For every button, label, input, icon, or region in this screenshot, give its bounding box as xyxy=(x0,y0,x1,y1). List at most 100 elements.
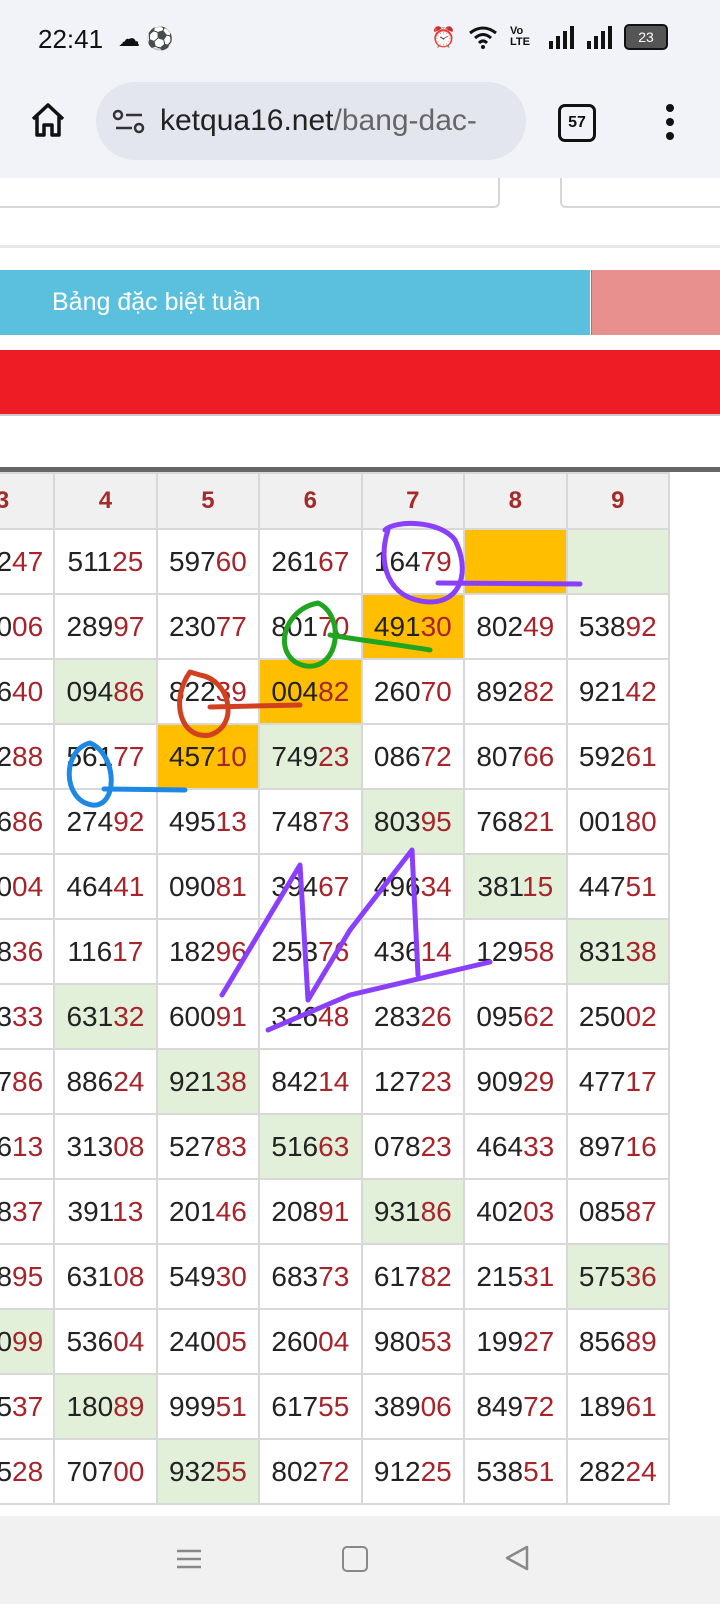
table-cell: 38906 xyxy=(360,1373,466,1440)
table-cell: 53892 xyxy=(565,593,671,660)
cell-tail-digits: 29 xyxy=(523,1065,555,1097)
cell-tail-digits: 25 xyxy=(420,1455,452,1487)
table-cell: 99951 xyxy=(155,1373,261,1440)
cell-prefix: 464 xyxy=(66,870,114,902)
cell-prefix: 253 xyxy=(271,935,319,967)
column-header: 3 xyxy=(0,472,56,530)
status-bar: 22:41 ☁ ⚽ ⏰ Vo LTE 23 xyxy=(0,0,720,82)
cell-prefix: 597 xyxy=(168,545,216,577)
cell-tail-digits: 62 xyxy=(523,1000,555,1032)
table-cell: 46441 xyxy=(53,853,158,920)
cell-prefix: 631 xyxy=(66,1000,114,1032)
table-cell: 837 xyxy=(0,1178,56,1245)
cell-tail-digits: 70 xyxy=(318,610,350,642)
table-cell xyxy=(565,528,671,595)
cell-prefix: 768 xyxy=(476,805,524,837)
table-cell xyxy=(463,528,568,595)
cell-tail-digits: 13 xyxy=(12,1130,44,1162)
cell-prefix: 189 xyxy=(578,1390,626,1422)
table-cell: 09486 xyxy=(53,658,158,725)
red-banner xyxy=(0,350,720,416)
cell-tail-digits: 53 xyxy=(420,1325,452,1357)
cell-tail-digits: 04 xyxy=(12,870,44,902)
table-cell: 46433 xyxy=(463,1113,568,1180)
table-cell: 18961 xyxy=(565,1373,671,1440)
cell-tail-digits: 06 xyxy=(420,1390,452,1422)
table-cell: 39113 xyxy=(53,1178,158,1245)
select-box-secondary[interactable] xyxy=(560,178,720,208)
menu-icon[interactable] xyxy=(176,1548,202,1570)
site-settings-icon[interactable] xyxy=(112,108,146,136)
table-cell: 80272 xyxy=(258,1438,363,1505)
back-triangle-icon[interactable] xyxy=(504,1545,530,1571)
cell-tail-digits: 81 xyxy=(215,870,247,902)
cell-prefix: 085 xyxy=(578,1195,626,1227)
cell-tail-digits: 23 xyxy=(420,1130,452,1162)
table-cell: 20146 xyxy=(155,1178,261,1245)
table-cell: 16479 xyxy=(360,528,466,595)
select-box[interactable] xyxy=(0,178,500,208)
cell-prefix: 748 xyxy=(271,805,319,837)
address-bar[interactable]: ketqua16.net/bang-dac- xyxy=(96,82,526,160)
cell-prefix: 897 xyxy=(578,1130,626,1162)
cell-prefix: 078 xyxy=(373,1130,421,1162)
table-row: 099536042400526004980531992785689 xyxy=(0,1308,671,1375)
cell-prefix: 921 xyxy=(578,675,626,707)
tab-other[interactable] xyxy=(591,270,720,335)
cell-prefix: 683 xyxy=(271,1260,319,1292)
tab-switcher-button[interactable]: 57 xyxy=(558,104,596,142)
cell-tail-digits: 87 xyxy=(625,1195,657,1227)
table-cell: 40203 xyxy=(463,1178,568,1245)
table-cell: 836 xyxy=(0,918,56,985)
table-cell: 640 xyxy=(0,658,56,725)
table-cell: 57536 xyxy=(565,1243,671,1310)
table-cell: 613 xyxy=(0,1113,56,1180)
cell-tail-digits: 55 xyxy=(215,1455,247,1487)
cell-prefix: 912 xyxy=(373,1455,421,1487)
cell-prefix: 090 xyxy=(168,870,216,902)
cell-tail-digits: 02 xyxy=(625,1000,657,1032)
table-cell: 686 xyxy=(0,788,56,855)
cell-tail-digits: 66 xyxy=(523,740,555,772)
cell-prefix: 511 xyxy=(67,545,113,577)
table-cell: 528 xyxy=(0,1438,56,1505)
home-icon[interactable] xyxy=(28,100,68,140)
status-time: 22:41 xyxy=(38,24,104,54)
cell-tail-digits: 80 xyxy=(625,805,657,837)
cell-prefix: 536 xyxy=(66,1325,114,1357)
cell-tail-digits: 73 xyxy=(318,805,350,837)
cell-prefix: 932 xyxy=(168,1455,216,1487)
cell-tail-digits: 67 xyxy=(318,870,350,902)
table-cell: 26004 xyxy=(258,1308,363,1375)
more-options-icon[interactable] xyxy=(660,100,680,144)
table-row: 786886249213884214127239092947717 xyxy=(0,1048,671,1115)
cell-prefix: 921 xyxy=(168,1065,216,1097)
cell-tail-digits: 72 xyxy=(523,1390,555,1422)
cell-prefix: 6 xyxy=(0,806,12,837)
table-cell: 47717 xyxy=(565,1048,671,1115)
cell-prefix: 086 xyxy=(373,740,421,772)
tab-special-week[interactable]: Bảng đặc biệt tuần xyxy=(0,270,590,335)
table-cell: 93255 xyxy=(155,1438,261,1505)
system-navigation-bar xyxy=(0,1516,720,1604)
cell-prefix: 182 xyxy=(168,935,216,967)
cloud-icon: ☁ xyxy=(118,26,140,51)
cell-tail-digits: 89 xyxy=(113,1390,145,1422)
cell-tail-digits: 38 xyxy=(215,1065,247,1097)
table-cell: 18296 xyxy=(155,918,261,985)
cell-tail-digits: 41 xyxy=(113,870,145,902)
table-cell: 895 xyxy=(0,1243,56,1310)
cell-tail-digits: 39 xyxy=(215,675,247,707)
table-cell: 25002 xyxy=(565,983,671,1050)
table-cell: 84972 xyxy=(463,1373,568,1440)
table-cell: 83138 xyxy=(565,918,671,985)
url-text[interactable]: ketqua16.net/bang-dac- xyxy=(160,104,477,138)
cell-tail-digits: 27 xyxy=(523,1325,555,1357)
cell-tail-digits: 97 xyxy=(113,610,145,642)
table-cell: 93186 xyxy=(360,1178,466,1245)
home-square-icon[interactable] xyxy=(342,1546,368,1572)
table-cell: 07823 xyxy=(360,1113,466,1180)
cell-tail-digits: 55 xyxy=(318,1390,350,1422)
column-header: 5 xyxy=(155,472,261,530)
cell-prefix: 0 xyxy=(0,871,12,902)
